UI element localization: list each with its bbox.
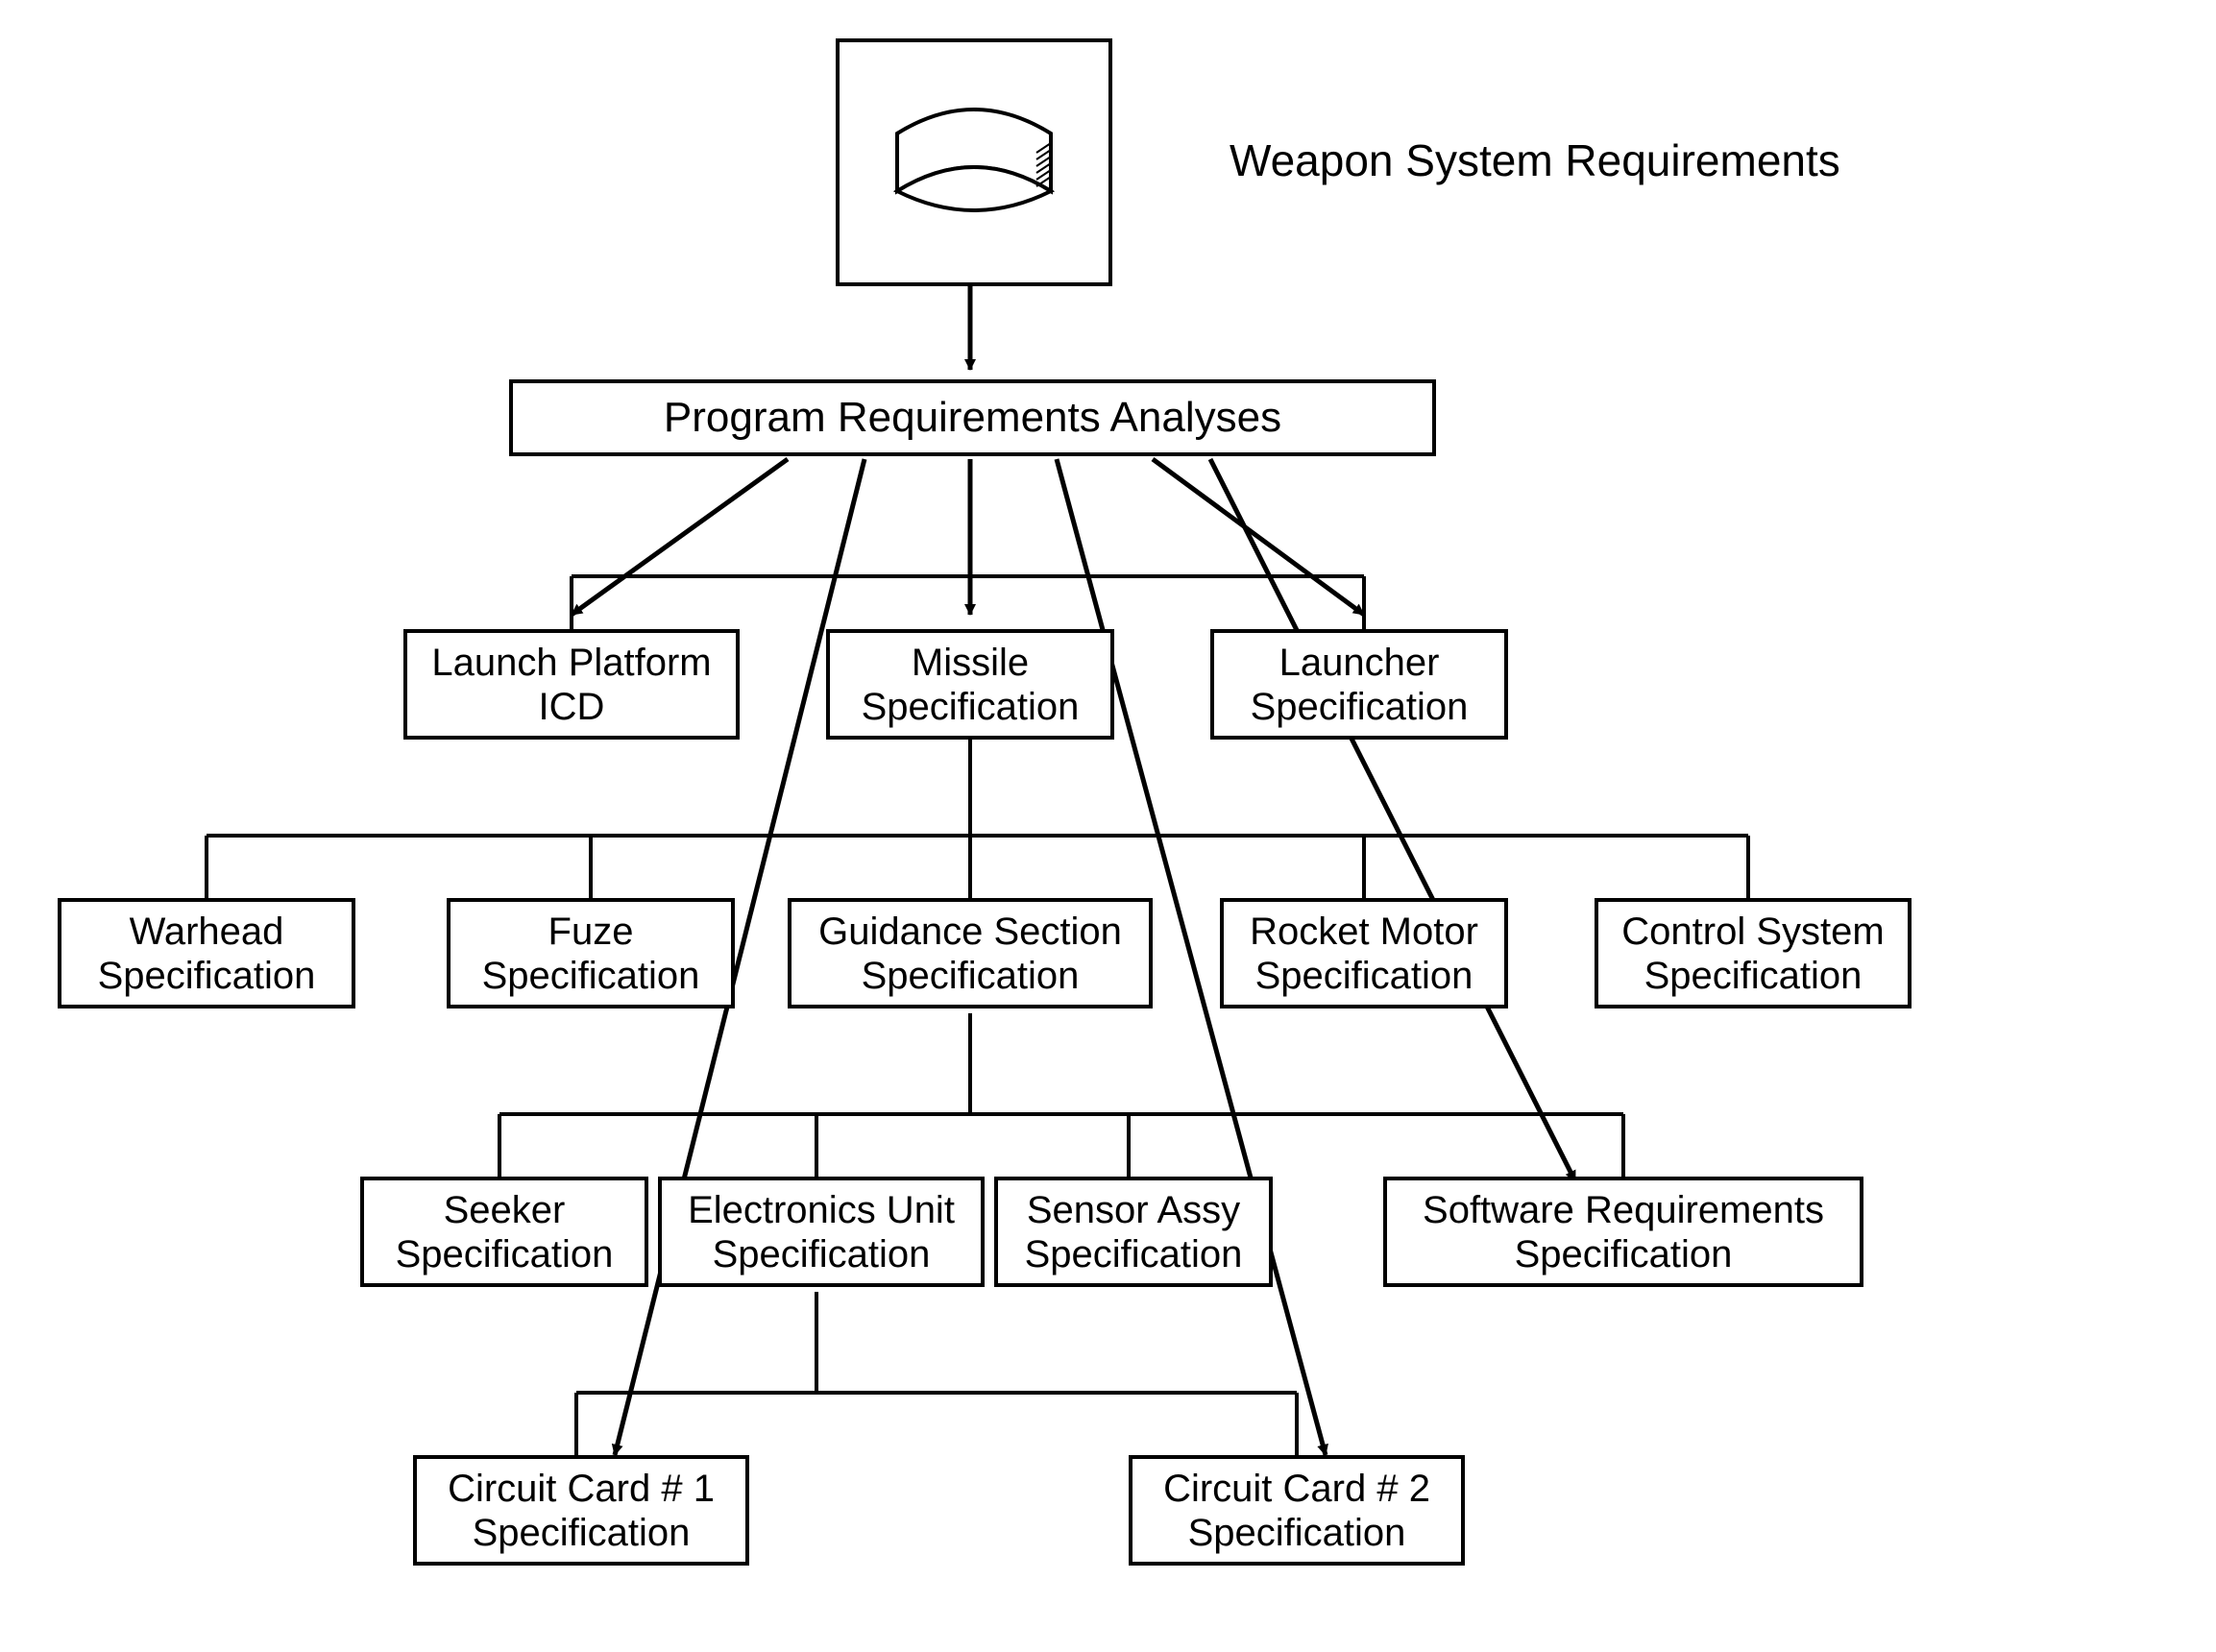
program-requirements-box: Program Requirements Analyses [509, 379, 1436, 456]
book-icon [868, 76, 1080, 249]
electronics-spec-box: Electronics UnitSpecification [658, 1177, 985, 1287]
launcher-spec-box: LauncherSpecification [1210, 629, 1508, 740]
guidance-spec-box: Guidance SectionSpecification [788, 898, 1153, 1008]
sensor-spec-box: Sensor AssySpecification [994, 1177, 1273, 1287]
software-req-spec-box: Software RequirementsSpecification [1383, 1177, 1863, 1287]
diagram-canvas: Weapon System Requirements Program Requi… [0, 0, 2216, 1652]
book-icon-box [836, 38, 1112, 286]
missile-spec-box: MissileSpecification [826, 629, 1114, 740]
warhead-spec-box: WarheadSpecification [58, 898, 355, 1008]
diagram-title: Weapon System Requirements [1230, 134, 1840, 186]
control-system-spec-box: Control SystemSpecification [1595, 898, 1912, 1008]
seeker-spec-box: SeekerSpecification [360, 1177, 648, 1287]
circuit-card-2-box: Circuit Card # 2Specification [1129, 1455, 1465, 1566]
rocket-motor-spec-box: Rocket MotorSpecification [1220, 898, 1508, 1008]
fuze-spec-box: FuzeSpecification [447, 898, 735, 1008]
circuit-card-1-box: Circuit Card # 1Specification [413, 1455, 749, 1566]
launch-platform-box: Launch PlatformICD [403, 629, 740, 740]
